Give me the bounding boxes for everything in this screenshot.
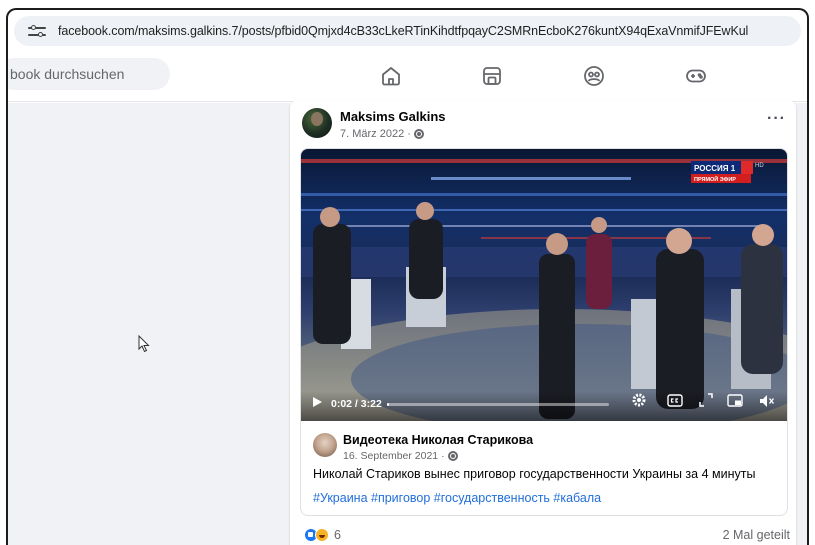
mute-icon[interactable] — [759, 394, 775, 413]
video-player[interactable]: РОССИЯ 1 ПРЯМОЙ ЭФИР HD 0:02 / 3:22 — [301, 149, 787, 421]
shared-post-info: Видеотека Николая Старикова 16. Septembe… — [301, 421, 787, 515]
author-avatar[interactable] — [302, 108, 332, 138]
site-info-icon[interactable] — [28, 24, 46, 38]
shared-text: Николай Стариков вынес приговор государс… — [313, 467, 756, 481]
mouse-pointer-icon — [138, 334, 150, 358]
more-options-button[interactable]: ··· — [767, 110, 786, 128]
shared-hashtags[interactable]: #Украина #приговор #государственность #к… — [313, 491, 601, 505]
video-time: 0:02 / 3:22 — [331, 398, 382, 410]
settings-icon[interactable] — [631, 392, 647, 413]
play-icon[interactable] — [311, 395, 323, 413]
fullscreen-icon[interactable] — [699, 393, 713, 412]
reactions-summary[interactable]: 6 — [304, 528, 341, 542]
video-progress-fill — [387, 403, 390, 406]
gaming-icon[interactable] — [684, 64, 708, 88]
shared-author-avatar[interactable] — [313, 433, 337, 457]
groups-icon[interactable] — [582, 64, 606, 88]
post-date[interactable]: 7. März 2022 · — [340, 128, 411, 140]
globe-icon — [447, 451, 458, 461]
shares-count[interactable]: 2 Mal geteilt — [723, 528, 790, 542]
address-bar[interactable]: facebook.com/maksims.galkins.7/posts/pfb… — [14, 16, 801, 46]
video-controls: 0:02 / 3:22 — [301, 391, 787, 421]
video-progress-bar[interactable] — [387, 403, 609, 406]
channel-live-text: ПРЯМОЙ ЭФИР — [694, 175, 736, 183]
reactions-count: 6 — [334, 528, 341, 542]
shared-post[interactable]: РОССИЯ 1 ПРЯМОЙ ЭФИР HD 0:02 / 3:22 Виде… — [300, 148, 788, 516]
miniplayer-icon[interactable] — [727, 394, 743, 412]
browser-window: facebook.com/maksims.galkins.7/posts/pfb… — [6, 8, 809, 545]
hd-text: HD — [755, 163, 764, 169]
haha-reaction-icon — [315, 528, 329, 542]
captions-icon[interactable] — [667, 394, 683, 412]
post-card: Maksims Galkins 7. März 2022 · ··· РОССИ… — [290, 100, 796, 545]
post-meta: 7. März 2022 · — [340, 128, 424, 140]
shared-meta: 16. September 2021 · — [343, 450, 458, 462]
shared-date[interactable]: 16. September 2021 · — [343, 450, 445, 462]
search-input[interactable]: book durchsuchen — [8, 58, 170, 90]
shared-author[interactable]: Видеотека Николая Старикова — [343, 433, 533, 447]
marketplace-icon[interactable] — [480, 64, 504, 88]
facebook-top-nav: book durchsuchen — [8, 50, 807, 102]
channel-logo-text: РОССИЯ 1 — [694, 164, 736, 173]
home-icon[interactable] — [379, 64, 403, 88]
video-frame: РОССИЯ 1 ПРЯМОЙ ЭФИР HD — [301, 159, 787, 421]
post-author[interactable]: Maksims Galkins — [340, 109, 446, 124]
globe-icon — [413, 129, 424, 139]
url-text[interactable]: facebook.com/maksims.galkins.7/posts/pfb… — [58, 24, 748, 38]
